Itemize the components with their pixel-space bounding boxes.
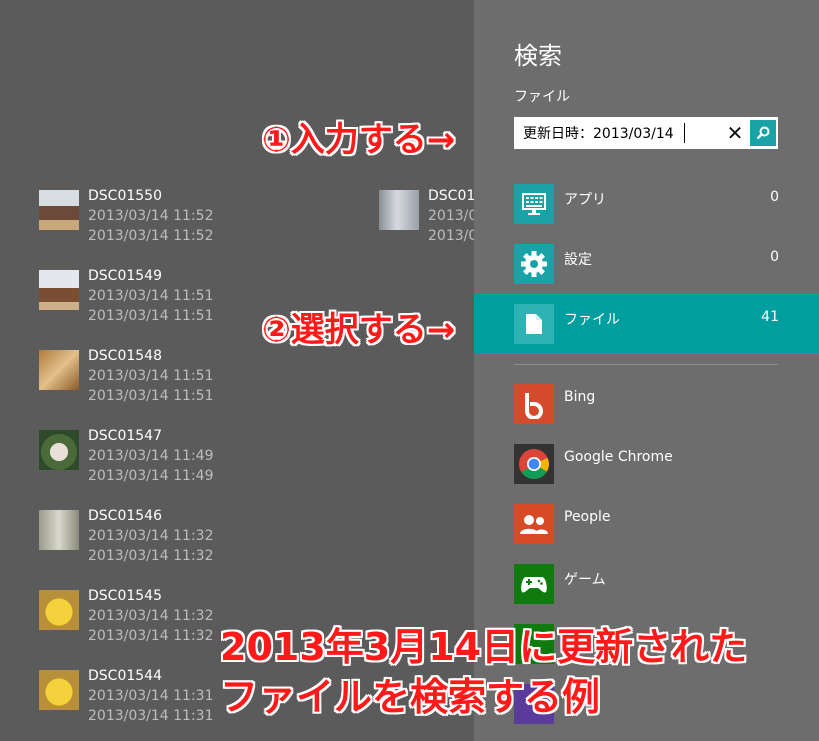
pane-title: 検索	[514, 42, 562, 70]
app-label: Bing	[564, 389, 596, 405]
search-icon[interactable]	[750, 120, 776, 146]
search-scope-label[interactable]: ファイル	[514, 86, 570, 106]
result-name: DSC01549	[88, 268, 162, 284]
result-date: 2013/03/14 11:52	[88, 208, 214, 224]
result-name: DSC01545	[88, 588, 162, 604]
result-date: 2013/03/14 11:32	[88, 548, 214, 564]
category-apps[interactable]: アプリ 0	[474, 174, 819, 234]
result-date: 2013/03/14 11:51	[88, 368, 214, 384]
result-date: 2013/03/14 11:32	[88, 608, 214, 624]
bing-icon	[514, 384, 554, 424]
search-box[interactable]: ✕	[514, 117, 778, 149]
app-people[interactable]: People	[474, 494, 819, 554]
photo-thumbnail	[39, 670, 79, 710]
result-name: DSC01546	[88, 508, 162, 524]
apps-icon	[514, 184, 554, 224]
result-item[interactable]: DSC01550 2013/03/14 11:52 2013/03/14 11:…	[0, 188, 300, 252]
people-icon	[514, 504, 554, 544]
caption-line: ファイルを検索する例	[220, 675, 601, 719]
text-caret	[684, 123, 685, 143]
photo-thumbnail	[39, 270, 79, 310]
category-label: 設定	[564, 252, 592, 268]
category-count: 41	[761, 309, 779, 325]
result-item[interactable]: DSC01548 2013/03/14 11:51 2013/03/14 11:…	[0, 348, 300, 412]
result-date: 2013/03/14 11:51	[88, 288, 214, 304]
result-item[interactable]: DSC01546 2013/03/14 11:32 2013/03/14 11:…	[0, 508, 300, 572]
result-date: 2013/03/14 11:51	[88, 388, 214, 404]
chrome-icon	[514, 444, 554, 484]
app-label: Google Chrome	[564, 449, 673, 465]
app-google-chrome[interactable]: Google Chrome	[474, 434, 819, 494]
result-name: DSC01544	[88, 668, 162, 684]
photo-thumbnail	[39, 430, 79, 470]
result-name: DSC01548	[88, 348, 162, 364]
category-count: 0	[770, 249, 779, 265]
result-name: DSC01547	[88, 428, 162, 444]
result-date: 2013/03/14 11:49	[88, 468, 214, 484]
category-label: アプリ	[564, 192, 606, 208]
annotation-caption: 2013年3月14日に更新された ファイルを検索する例	[220, 622, 747, 722]
file-icon	[514, 304, 554, 344]
app-label: People	[564, 509, 611, 525]
result-date: 2013/03/14 11:31	[88, 708, 214, 724]
result-date: 2013/03/14 11:31	[88, 688, 214, 704]
divider	[514, 364, 778, 365]
result-item[interactable]: DSC01549 2013/03/14 11:51 2013/03/14 11:…	[0, 268, 300, 332]
photo-thumbnail	[39, 510, 79, 550]
category-label: ファイル	[564, 312, 620, 328]
app-bing[interactable]: Bing	[474, 374, 819, 434]
app-games[interactable]: ゲーム	[474, 554, 819, 614]
close-icon[interactable]: ✕	[722, 117, 748, 149]
result-date: 2013/03/14 11:51	[88, 308, 214, 324]
annotation-step2: ②選択する→	[262, 310, 456, 350]
result-date: 2013/03/14 11:32	[88, 628, 214, 644]
photo-thumbnail	[39, 590, 79, 630]
photo-thumbnail	[379, 190, 419, 230]
app-label: ゲーム	[564, 572, 606, 588]
category-settings[interactable]: 設定 0	[474, 234, 819, 294]
category-files[interactable]: ファイル 41	[474, 294, 819, 354]
result-name: DSC01550	[88, 188, 162, 204]
annotation-step1: ①入力する→	[262, 120, 456, 160]
photo-thumbnail	[39, 350, 79, 390]
result-date: 2013/03/14 11:52	[88, 228, 214, 244]
result-date: 2013/03/14 11:32	[88, 528, 214, 544]
search-input[interactable]	[514, 117, 733, 149]
photo-thumbnail	[39, 190, 79, 230]
caption-line: 2013年3月14日に更新された	[220, 625, 748, 669]
result-item[interactable]: DSC01547 2013/03/14 11:49 2013/03/14 11:…	[0, 428, 300, 492]
category-count: 0	[770, 189, 779, 205]
games-icon	[514, 564, 554, 604]
settings-gear-icon	[514, 244, 554, 284]
result-date: 2013/03/14 11:49	[88, 448, 214, 464]
